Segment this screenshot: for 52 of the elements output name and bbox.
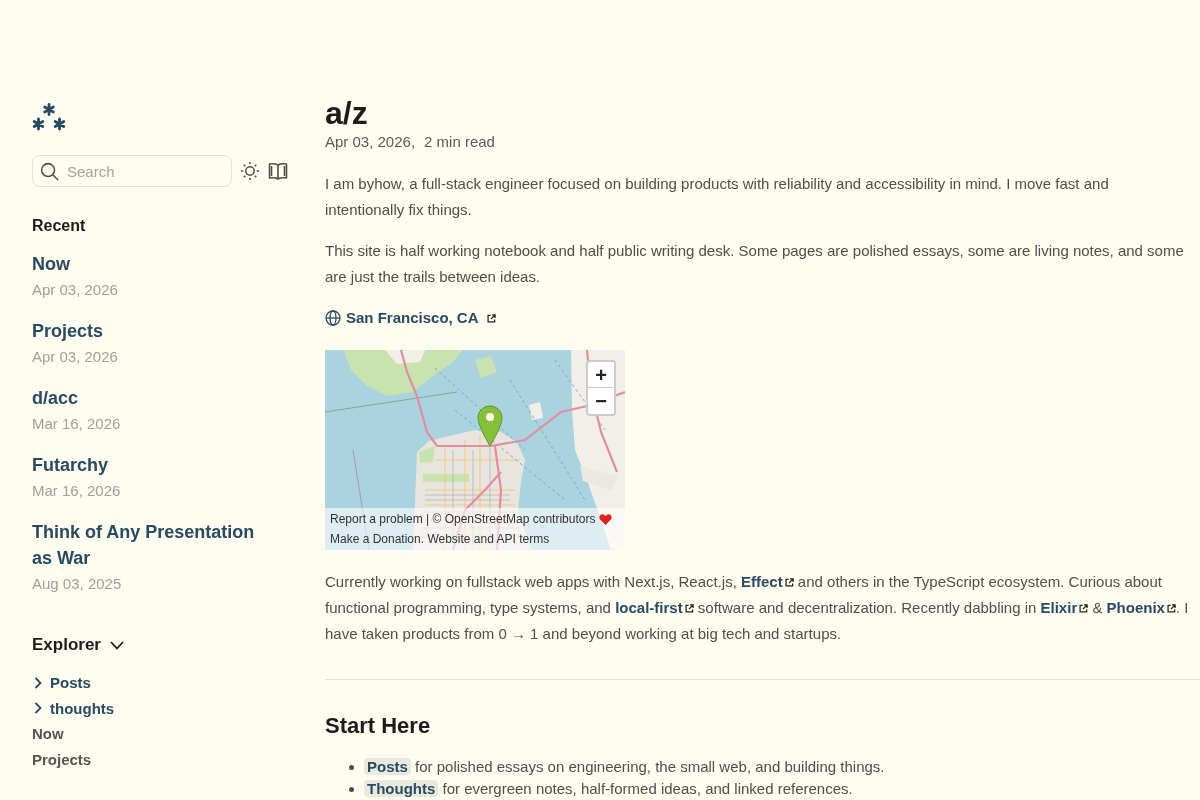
explorer-toggle[interactable]: Explorer [32, 633, 124, 657]
street-map-drawing[interactable] [325, 350, 625, 550]
bullet-icon [349, 787, 354, 792]
post-date: Apr 03, 2026, [325, 132, 416, 152]
external-link-icon [1166, 604, 1176, 613]
location-link[interactable]: San Francisco, CA [346, 306, 496, 330]
globe-icon [325, 310, 341, 326]
file-item[interactable]: Now [32, 721, 64, 747]
internal-link[interactable]: Thoughts [364, 780, 439, 797]
asterism-logo-icon[interactable] [32, 103, 66, 131]
recent-post-link[interactable]: Projects [32, 318, 104, 344]
recent-post-link[interactable]: d/acc [32, 385, 79, 411]
recent-heading: Recent [32, 216, 86, 236]
heart-icon [599, 513, 613, 525]
folder-item[interactable]: Posts [32, 670, 91, 696]
external-link-icon [486, 313, 496, 323]
attribution-text[interactable]: Report a problem | © OpenStreetMap contributors [330, 509, 596, 529]
post-date: Apr 03, 2026 [32, 280, 118, 300]
sun-icon[interactable] [240, 161, 260, 181]
search-icon [40, 161, 59, 181]
reading-time: 2 min read [424, 132, 495, 152]
post-date: Apr 03, 2026 [32, 347, 118, 367]
section-heading: Start Here [325, 712, 431, 740]
attribution-text[interactable]: Make a Donation. Website and API terms [330, 529, 550, 549]
external-link-icon [684, 604, 694, 613]
recent-post-link[interactable]: Think of Any Presentation as War [32, 519, 272, 571]
zoom-in-button[interactable]: + [588, 362, 614, 388]
internal-link[interactable]: Posts [364, 758, 411, 775]
post-date: Mar 16, 2026 [32, 414, 121, 434]
list-item-text: Thoughts for evergreen notes, half-formed ideas, and linked references. [364, 778, 853, 800]
external-link[interactable]: Phoenix [1106, 599, 1176, 616]
book-icon[interactable] [268, 161, 288, 181]
bullet-icon [349, 765, 354, 770]
post-date: Aug 03, 2025 [32, 574, 122, 594]
external-link[interactable]: Elixir [1040, 599, 1089, 616]
file-item[interactable]: Projects [32, 746, 92, 772]
folder-item[interactable]: thoughts [32, 695, 115, 721]
external-link-icon [1079, 604, 1089, 613]
post-date: Mar 16, 2026 [32, 481, 121, 501]
page-title: a/z [325, 95, 368, 131]
external-link[interactable]: local-first [615, 599, 694, 616]
external-link[interactable]: Effect [741, 573, 794, 590]
intro-paragraph: This site is half working notebook and half public writing desk. Some pages are polished essays, some are living notes, and some are just the trails between ideas. [325, 241, 1185, 287]
recent-post-link[interactable]: Futarchy [32, 452, 109, 478]
intro-paragraph: I am byhow, a full-stack engineer focused on building products with reliability and accessibility in mind. I move fast and intentionally fix things. [325, 174, 1110, 220]
list-item-text: Posts for polished essays on engineering, the small web, and building things. [364, 756, 885, 778]
map-pin-icon[interactable] [477, 405, 503, 447]
external-link-icon [784, 578, 794, 587]
bio-paragraph: Currently working on fullstack web apps with Next.js, React.js, Effect and others in the TypeScript ecosystem. Curious about functional programming, type systems, and local-first software and decentralization. Recently dabbling in Elixir & Phoenix . I have taken products from 0 → 1 and beyond working at big tech and startups. [325, 572, 1190, 644]
search-field[interactable]: Search [32, 155, 232, 187]
zoom-out-button[interactable]: − [588, 388, 614, 414]
recent-post-link[interactable]: Now [32, 251, 70, 277]
